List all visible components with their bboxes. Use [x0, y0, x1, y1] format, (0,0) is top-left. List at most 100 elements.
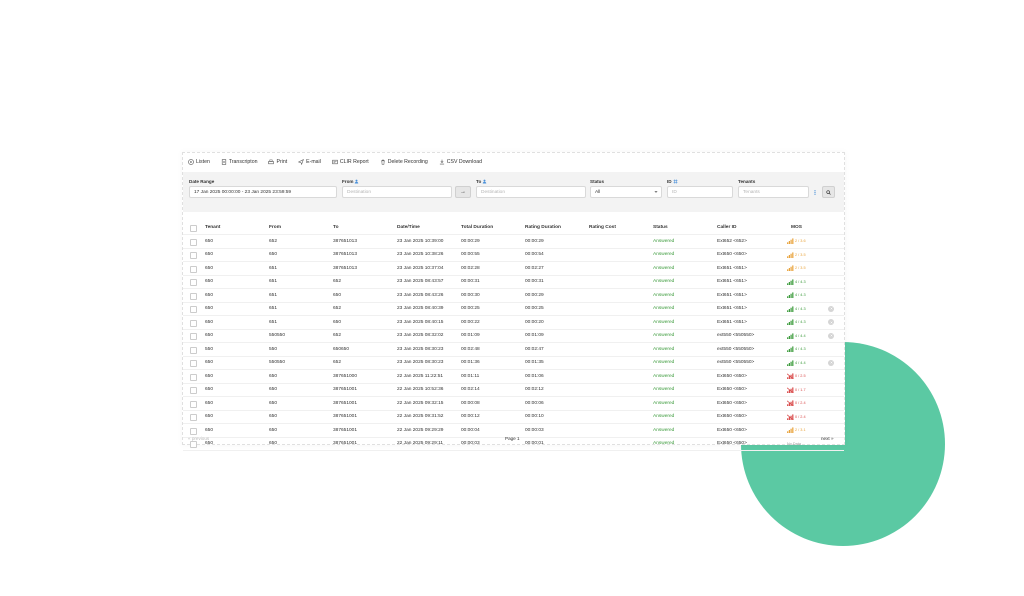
tenant-cell: 650	[205, 400, 214, 406]
status-cell: Answered	[653, 279, 675, 285]
column-header-mos[interactable]: MOS	[791, 221, 802, 234]
tenants-input[interactable]: Tenants	[738, 186, 809, 198]
table-row[interactable]: 650 651 650 23 Jan 2025 08:43:26 00:00:30 00:…	[183, 289, 844, 303]
close-icon	[829, 307, 833, 310]
mos-cell: 0 / 2.4	[787, 411, 806, 424]
to-cell: 387651000	[333, 373, 358, 379]
transcription-label: Transcripton	[228, 159, 258, 165]
signal-bars-icon	[787, 265, 794, 272]
user-icon	[483, 179, 487, 184]
caller-id-cell: Ext651 <651>	[717, 306, 747, 312]
table-row[interactable]: 650 651 652 23 Jan 2025 08:43:57 00:00:31 00:…	[183, 276, 844, 289]
delete-recording-button[interactable]: Delete Recording	[380, 159, 428, 165]
tenants-label: Tenants	[738, 179, 756, 184]
to-cell: 387651013	[333, 238, 358, 244]
row-checkbox[interactable]	[190, 373, 197, 381]
swap-direction-button[interactable]: →	[455, 186, 471, 198]
row-checkbox[interactable]	[190, 414, 197, 421]
caller-id-cell: ext550 <550550>	[717, 346, 755, 352]
table-row[interactable]: 650 652 387651013 23 Jan 2025 10:39:00 00:00…	[183, 235, 844, 249]
table-row[interactable]: 550 550 650650 23 Jan 2025 08:30:23 00:02:48…	[183, 343, 844, 357]
status-label: Status	[590, 179, 605, 184]
date-range-input[interactable]: 17 Jan 2025 00:00:00 - 23 Jan 2025 23:59…	[189, 186, 337, 198]
table-row[interactable]: 650 650 387651013 23 Jan 2025 10:38:26 00:00…	[183, 249, 844, 262]
to-cell: 387651001	[333, 387, 358, 393]
signal-off-icon	[787, 373, 794, 380]
table-row[interactable]: 650 550550 652 23 Jan 2025 08:30:23 00:01:36…	[183, 357, 844, 370]
column-header-caller-id[interactable]: Caller ID	[717, 221, 736, 234]
from-input[interactable]: Destination	[342, 186, 452, 198]
listen-button[interactable]: Listen	[188, 159, 210, 165]
to-cell: 652	[333, 333, 342, 339]
column-header-total-duration[interactable]: Total Duration	[461, 221, 493, 234]
email-button[interactable]: E-mail	[298, 159, 321, 165]
column-header-from[interactable]: From	[269, 221, 281, 234]
row-checkbox[interactable]	[190, 346, 197, 354]
table-row[interactable]: 650 650 387651001 22 Jan 2025 10:52:36 00:02…	[183, 384, 844, 397]
table-row[interactable]: 650 651 650 23 Jan 2025 08:40:15 00:00:22 00:…	[183, 316, 844, 330]
status-select[interactable]: All	[590, 186, 662, 198]
date-range-label: Date Range	[189, 179, 215, 184]
row-checkbox[interactable]	[190, 319, 197, 327]
signal-bars-icon	[787, 319, 794, 326]
column-header-datetime[interactable]: Date/Time	[397, 221, 420, 234]
tenant-cell: 650	[205, 414, 214, 420]
total-duration-cell: 00:00:31	[461, 279, 480, 285]
table-row[interactable]: 650 651 652 23 Jan 2025 08:40:39 00:00:25 00:…	[183, 303, 844, 316]
caller-id-cell: Ext651 <651>	[717, 265, 747, 271]
column-header-to[interactable]: To	[333, 221, 339, 234]
row-action-button[interactable]	[828, 359, 834, 366]
transcription-button[interactable]: Transcripton	[221, 159, 258, 165]
chevron-down-icon	[654, 191, 658, 193]
id-input[interactable]: ID	[667, 186, 733, 198]
next-page-link[interactable]: next »	[821, 436, 834, 441]
row-checkbox[interactable]	[190, 360, 197, 367]
rating-duration-cell: 00:01:09	[525, 333, 544, 339]
row-checkbox[interactable]	[190, 265, 197, 273]
row-action-button[interactable]	[828, 305, 834, 312]
column-header-rating-duration[interactable]: Rating Duration	[525, 221, 561, 234]
row-checkbox[interactable]	[190, 252, 197, 259]
total-duration-cell: 00:01:11	[461, 373, 480, 379]
row-checkbox[interactable]	[190, 427, 197, 435]
table-row[interactable]: 650 651 387651013 23 Jan 2025 10:37:04 00:02…	[183, 262, 844, 276]
column-header-tenant[interactable]: Tenant	[205, 221, 220, 234]
table-row[interactable]: 650 550550 652 23 Jan 2025 08:32:02 00:01:09…	[183, 330, 844, 343]
to-input[interactable]: Destination	[476, 186, 586, 198]
row-checkbox[interactable]	[190, 279, 197, 286]
to-cell: 387651013	[333, 265, 358, 271]
row-action-button[interactable]	[828, 319, 834, 325]
row-checkbox[interactable]	[190, 292, 197, 300]
to-cell: 652	[333, 306, 342, 312]
tenant-cell: 650	[205, 387, 214, 393]
datetime-cell: 23 Jan 2025 08:40:39	[397, 306, 444, 312]
table-row[interactable]: 650 650 387651001 22 Jan 2025 09:32:15 00:00…	[183, 397, 844, 411]
more-options-button[interactable]	[812, 187, 818, 197]
row-checkbox[interactable]	[190, 400, 197, 408]
row-action-button[interactable]	[828, 332, 834, 339]
print-button[interactable]: Print	[268, 159, 287, 165]
download-icon	[439, 159, 444, 165]
datetime-cell: 23 Jan 2025 08:30:23	[397, 360, 444, 366]
search-button[interactable]	[822, 186, 835, 198]
table-row[interactable]: 650 650 387651001 22 Jan 2025 09:31:52 00:00…	[183, 411, 844, 424]
recordings-table: Tenant From To Date/Time Total Duration …	[183, 221, 844, 451]
row-checkbox[interactable]	[190, 387, 197, 394]
mos-cell: 2 / 3.1	[787, 424, 806, 437]
to-cell: 387651001	[333, 400, 358, 406]
clir-report-button[interactable]: CLIR Report	[332, 159, 369, 165]
row-checkbox[interactable]	[190, 333, 197, 340]
status-cell: Answered	[653, 238, 675, 244]
tenant-cell: 650	[205, 319, 214, 325]
total-duration-cell: 00:00:25	[461, 306, 480, 312]
row-checkbox[interactable]	[190, 238, 197, 246]
column-header-rating-cost[interactable]: Rating Cost	[589, 221, 616, 234]
csv-download-button[interactable]: CSV Download	[439, 159, 482, 165]
printer-icon	[268, 159, 275, 165]
column-header-status[interactable]: Status	[653, 221, 668, 234]
from-cell: 550550	[269, 333, 286, 339]
previous-page-link[interactable]: « previous	[188, 436, 209, 441]
row-checkbox[interactable]	[190, 306, 197, 313]
select-all-checkbox[interactable]	[190, 224, 197, 232]
table-row[interactable]: 650 650 387651000 22 Jan 2025 11:22:51 00:01…	[183, 370, 844, 384]
